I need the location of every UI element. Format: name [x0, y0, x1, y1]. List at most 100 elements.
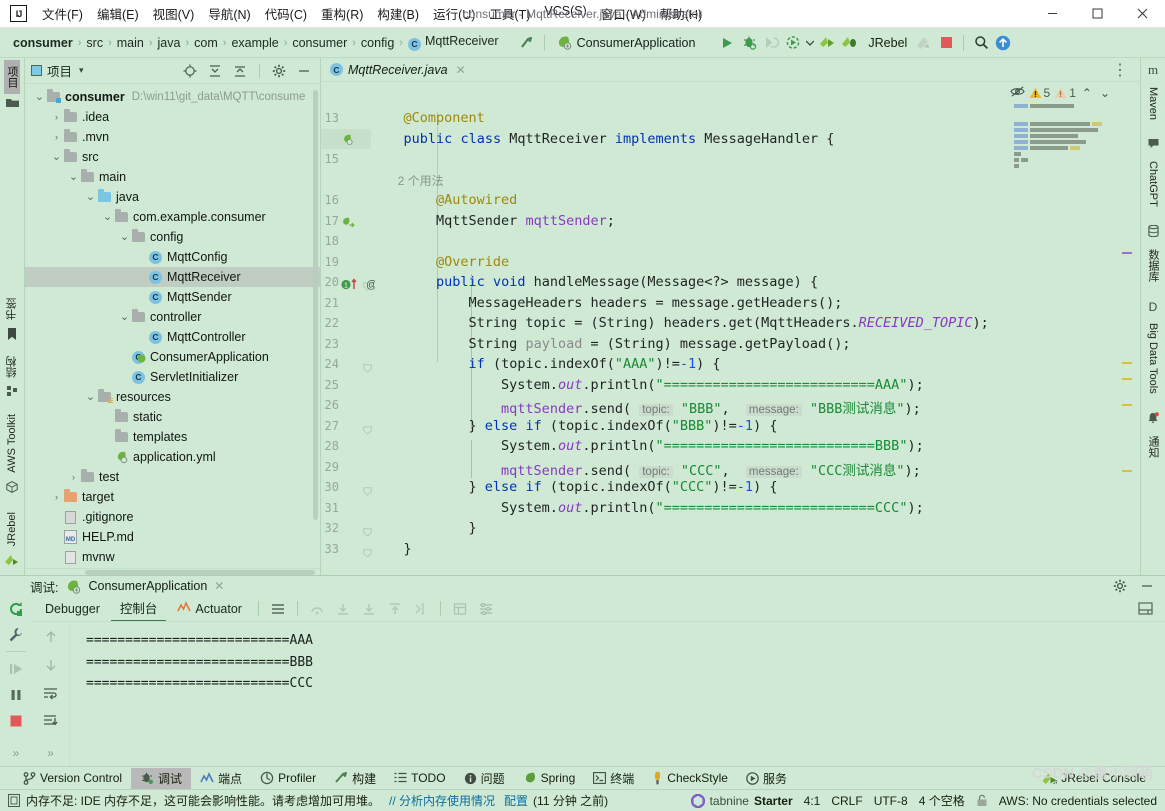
breadcrumb-item-consumer[interactable]: consumer — [289, 35, 350, 51]
close-icon[interactable]: ✕ — [456, 63, 466, 77]
rerun-icon[interactable] — [4, 598, 28, 620]
editor-scroll-markers[interactable] — [1120, 82, 1134, 575]
minimize-button[interactable] — [1030, 0, 1075, 27]
code-minimap[interactable] — [1014, 82, 1118, 575]
chevron-down-icon[interactable] — [804, 32, 816, 54]
menu-item-8[interactable]: 工具(T) — [482, 1, 537, 26]
tree-expand-arrow-icon[interactable]: ⌄ — [101, 213, 114, 221]
settings-wrench-icon[interactable] — [4, 624, 28, 646]
menu-item-6[interactable]: 构建(B) — [370, 1, 426, 26]
tree-expand-arrow-icon[interactable]: ⌄ — [67, 173, 80, 181]
tool-window-problems[interactable]: 问题 — [455, 768, 514, 789]
build-icon[interactable] — [516, 32, 538, 54]
editor-gutter[interactable]: 1314151617181920212223242526272829303132… — [321, 82, 371, 575]
run-icon[interactable] — [716, 32, 738, 54]
menu-item-1[interactable]: 编辑(E) — [90, 1, 146, 26]
tool-window-services[interactable]: 服务 — [737, 768, 796, 789]
collapse-all-icon[interactable] — [230, 61, 250, 81]
breadcrumb-item-config[interactable]: config — [358, 35, 397, 51]
tree-expand-arrow-icon[interactable]: ⌄ — [118, 233, 131, 241]
search-icon[interactable] — [970, 32, 992, 54]
run-to-cursor-icon[interactable] — [409, 598, 433, 620]
stop-icon[interactable] — [935, 32, 957, 54]
tree-expand-arrow-icon[interactable]: › — [50, 492, 63, 502]
layout-icon[interactable] — [266, 598, 290, 620]
tree-node-application.yml[interactable]: application.yml — [25, 447, 320, 467]
step-out-icon[interactable] — [383, 598, 407, 620]
sidebar-item-bookmarks[interactable]: 书签 — [4, 292, 20, 326]
prev-problem-icon[interactable]: ⌃ — [1080, 86, 1094, 100]
debug-icon[interactable] — [738, 32, 760, 54]
tree-expand-arrow-icon[interactable]: ⌄ — [33, 93, 46, 101]
close-icon[interactable]: ✕ — [214, 579, 224, 593]
menu-item-10[interactable]: 窗口(W) — [594, 1, 653, 26]
jrebel-logo-icon[interactable] — [913, 32, 935, 54]
tool-window-vcs[interactable]: Version Control — [14, 769, 131, 787]
next-problem-icon[interactable]: ⌄ — [1098, 86, 1112, 100]
tree-node-controller[interactable]: ⌄controller — [25, 307, 320, 327]
close-button[interactable] — [1120, 0, 1165, 27]
breadcrumb-item-java[interactable]: java — [155, 35, 184, 51]
gear-icon[interactable] — [269, 61, 289, 81]
project-tree-hscrollbar[interactable] — [25, 568, 320, 575]
menu-item-5[interactable]: 重构(R) — [314, 1, 370, 26]
menu-item-9[interactable]: VCS(S) — [537, 1, 593, 26]
tool-window-profiler[interactable]: Profiler — [251, 769, 325, 787]
tree-expand-arrow-icon[interactable]: ⌄ — [50, 153, 63, 161]
project-scope-chevron-icon[interactable]: ▾ — [79, 65, 84, 76]
tree-node-mqttconfig[interactable]: CMqttConfig — [25, 247, 320, 267]
tree-node-.mvn[interactable]: ›.mvn — [25, 127, 320, 147]
tree-expand-arrow-icon[interactable]: › — [67, 472, 80, 482]
hide-panel-icon[interactable] — [1137, 576, 1157, 596]
pause-icon[interactable] — [4, 684, 28, 706]
step-into-icon[interactable] — [331, 598, 355, 620]
spring-bean-gutter-icon[interactable] — [341, 134, 354, 149]
tool-window-checkstyle[interactable]: CheckStyle — [643, 769, 737, 787]
run-with-coverage-icon[interactable] — [782, 32, 804, 54]
settings-icon[interactable] — [474, 598, 498, 620]
menu-item-11[interactable]: 帮助(H) — [653, 1, 709, 26]
editor-body[interactable]: 1314151617181920212223242526272829303132… — [321, 82, 1140, 575]
tool-window-debug[interactable]: 调试 — [131, 768, 191, 789]
tree-node-consumer[interactable]: ⌄consumerD:\win11\git_data\MQTT\consume — [25, 87, 320, 107]
weak-warnings-badge[interactable]: 1 — [1054, 86, 1076, 100]
tool-window-jrebel-console[interactable]: JRJRebel Console — [1033, 769, 1155, 787]
sidebar-item-notifications[interactable]: 通知 — [1145, 430, 1161, 464]
tree-node-mqttreceiver[interactable]: CMqttReceiver — [25, 267, 320, 287]
tree-node-src[interactable]: ⌄src — [25, 147, 320, 167]
tree-expand-arrow-icon[interactable]: ⌄ — [84, 193, 97, 201]
locate-icon[interactable] — [180, 61, 200, 81]
breadcrumb-item-consumer[interactable]: consumer — [10, 35, 76, 51]
rerun-failed-icon[interactable] — [760, 32, 782, 54]
editor-tab-mqttreceiver[interactable]: C MqttReceiver.java ✕ — [321, 60, 474, 80]
breadcrumb-item-example[interactable]: example — [228, 35, 281, 51]
scroll-to-end-icon[interactable] — [39, 710, 63, 732]
tool-window-endpoints[interactable]: 端点 — [191, 768, 251, 789]
breadcrumb-item-file[interactable]: CMqttReceiver — [405, 33, 502, 52]
tree-expand-arrow-icon[interactable]: › — [50, 132, 63, 142]
menu-item-7[interactable]: 运行(U) — [426, 1, 482, 26]
tree-node-.gitignore[interactable]: .gitignore — [25, 507, 320, 527]
debug-session-name[interactable]: ConsumerApplication — [88, 579, 207, 593]
step-over-icon[interactable] — [305, 598, 329, 620]
sidebar-item-aws-toolkit[interactable]: AWS Toolkit — [6, 408, 18, 479]
tree-node-config[interactable]: ⌄config — [25, 227, 320, 247]
tree-node-.idea[interactable]: ›.idea — [25, 107, 320, 127]
hide-panel-icon[interactable] — [294, 61, 314, 81]
tree-node-static[interactable]: static — [25, 407, 320, 427]
breadcrumb-item-main[interactable]: main — [114, 35, 147, 51]
more-icon[interactable]: » — [39, 744, 63, 766]
jrebel-debug-icon[interactable] — [838, 32, 860, 54]
run-configuration-selector[interactable]: ConsumerApplication — [551, 33, 701, 52]
project-tree-scrollbar[interactable] — [313, 90, 318, 520]
menu-item-3[interactable]: 导航(N) — [201, 1, 257, 26]
breadcrumb[interactable]: consumer›src›main›java›com›example›consu… — [0, 33, 502, 52]
tree-node-mqttcontroller[interactable]: CMqttController — [25, 327, 320, 347]
tree-node-com.example.consumer[interactable]: ⌄com.example.consumer — [25, 207, 320, 227]
tree-expand-arrow-icon[interactable]: ⌄ — [118, 313, 131, 321]
tree-node-java[interactable]: ⌄java — [25, 187, 320, 207]
tree-expand-arrow-icon[interactable]: › — [50, 112, 63, 122]
tool-window-spring[interactable]: Spring — [514, 769, 585, 787]
sidebar-item-structure[interactable]: 结构 — [4, 350, 20, 384]
expand-all-icon[interactable] — [205, 61, 225, 81]
